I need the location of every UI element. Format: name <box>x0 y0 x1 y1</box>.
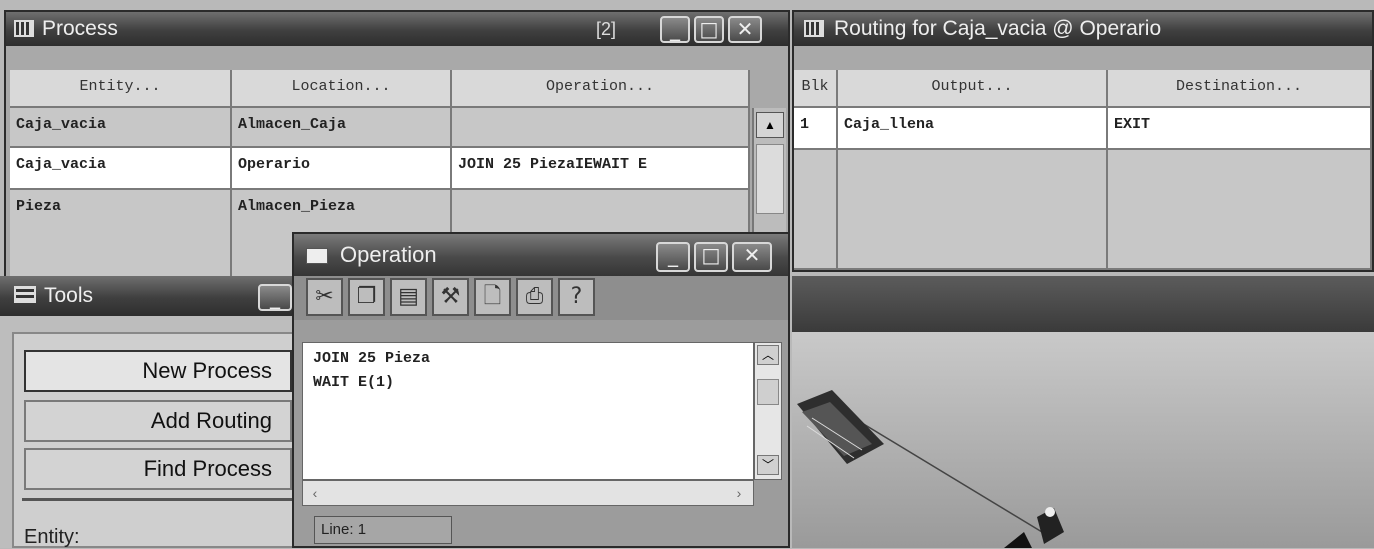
table-cell-location[interactable]: Almacen_Caja <box>232 108 452 148</box>
table-cell-blk[interactable]: 1 <box>794 108 838 150</box>
table-cell-operation[interactable]: JOIN 25 PiezaIEWAIT E <box>452 148 750 190</box>
routing-title: Routing for Caja_vacia @ Operario <box>834 17 1162 40</box>
document-button[interactable]: 🗋 <box>474 278 511 316</box>
layout-canvas[interactable] <box>792 332 1374 548</box>
minimize-icon: _ <box>270 285 280 309</box>
help-icon: ? <box>570 284 583 309</box>
column-header-operation[interactable]: Operation... <box>452 70 750 108</box>
layout-header-bar <box>792 276 1374 332</box>
table-cell-empty <box>794 150 838 270</box>
scroll-up-icon[interactable]: ▲ <box>756 112 784 138</box>
routing-titlebar[interactable]: Routing for Caja_vacia @ Operario <box>794 12 1372 46</box>
editor-horizontal-scrollbar[interactable]: ‹ › <box>302 480 754 506</box>
minimize-button[interactable]: _ <box>656 242 690 272</box>
cut-button[interactable]: ✂ <box>306 278 343 316</box>
add-routing-button[interactable]: Add Routing <box>24 400 292 442</box>
close-icon: ✕ <box>743 243 761 267</box>
operation-title: Operation <box>340 242 437 267</box>
table-cell-operation[interactable] <box>452 108 750 148</box>
close-button[interactable]: ✕ <box>728 16 762 43</box>
minimize-button[interactable]: _ <box>258 284 292 311</box>
editor-line: WAIT E(1) <box>313 374 395 391</box>
scroll-thumb[interactable] <box>756 144 784 214</box>
operation-titlebar[interactable]: Operation _ □ ✕ <box>294 234 788 276</box>
build-icon: ⚒ <box>440 284 461 309</box>
chevron-right-icon[interactable]: › <box>729 483 749 503</box>
maximize-icon: □ <box>699 17 719 41</box>
find-process-button[interactable]: Find Process <box>24 448 292 490</box>
operation-window-icon <box>306 248 328 264</box>
new-process-button[interactable]: New Process <box>24 350 292 392</box>
maximize-button[interactable]: □ <box>694 242 728 272</box>
table-cell-empty <box>838 150 1108 270</box>
tools-title: Tools <box>44 284 94 307</box>
tools-window: Tools _ New Process Add Routing Find Pro… <box>0 276 300 548</box>
divider <box>22 498 292 501</box>
layout-area[interactable] <box>792 276 1374 548</box>
maximize-icon: □ <box>701 243 721 267</box>
paste-icon: ▤ <box>398 284 419 309</box>
chevron-down-icon[interactable]: ﹀ <box>757 455 779 475</box>
model-graphics <box>797 390 1064 548</box>
status-line: Line: 1 <box>314 516 452 544</box>
chevron-up-icon[interactable]: ︿ <box>757 345 779 365</box>
copy-icon: ❐ <box>356 284 377 309</box>
help-button[interactable]: ? <box>558 278 595 316</box>
column-header-blk[interactable]: Blk <box>794 70 838 108</box>
process-titlebar[interactable]: Process [2] _ □ ✕ <box>6 12 788 46</box>
table-icon <box>14 20 34 37</box>
tools-titlebar[interactable]: Tools _ <box>0 276 300 316</box>
column-header-location[interactable]: Location... <box>232 70 452 108</box>
tools-window-icon <box>14 286 36 303</box>
table-cell-location[interactable]: Operario <box>232 148 452 190</box>
table-cell-entity[interactable]: Pieza <box>10 190 232 280</box>
operation-window: Operation _ □ ✕ ✂ ❐ ▤ ⚒ 🗋 ⎙ ? JOIN 25 Pi… <box>292 232 790 548</box>
entity-label: Entity: <box>24 526 80 548</box>
process-counter: [2] <box>596 19 617 39</box>
column-header-entity[interactable]: Entity... <box>10 70 232 108</box>
paste-button[interactable]: ▤ <box>390 278 427 316</box>
chevron-left-icon[interactable]: ‹ <box>305 483 325 503</box>
editor-line: JOIN 25 Pieza <box>313 350 431 367</box>
process-title: Process <box>42 17 118 40</box>
routing-window: Routing for Caja_vacia @ Operario Blk Ou… <box>792 10 1374 272</box>
copy-button[interactable]: ❐ <box>348 278 385 316</box>
column-header-destination[interactable]: Destination... <box>1108 70 1372 108</box>
minimize-icon: _ <box>670 17 680 41</box>
pallet-icon <box>797 390 884 464</box>
close-button[interactable]: ✕ <box>732 242 772 272</box>
scroll-thumb[interactable] <box>757 379 779 405</box>
print-icon: ⎙ <box>525 284 544 309</box>
table-cell-destination[interactable]: EXIT <box>1108 108 1372 150</box>
table-cell-output[interactable]: Caja_llena <box>838 108 1108 150</box>
minimize-button[interactable]: _ <box>660 16 690 43</box>
table-cell-empty <box>1108 150 1372 270</box>
document-icon: 🗋 <box>483 284 502 309</box>
table-icon <box>804 20 824 37</box>
cut-icon: ✂ <box>315 284 334 309</box>
close-icon: ✕ <box>736 17 754 41</box>
operation-editor[interactable]: JOIN 25 Pieza WAIT E(1) <box>302 342 754 480</box>
editor-vertical-scrollbar[interactable]: ︿ ﹀ <box>754 342 782 480</box>
build-button[interactable]: ⚒ <box>432 278 469 316</box>
minimize-icon: _ <box>668 243 678 267</box>
print-button[interactable]: ⎙ <box>516 278 553 316</box>
table-cell-entity[interactable]: Caja_vacia <box>10 108 232 148</box>
column-header-output[interactable]: Output... <box>838 70 1108 108</box>
table-cell-entity[interactable]: Caja_vacia <box>10 148 232 190</box>
maximize-button[interactable]: □ <box>694 16 724 43</box>
